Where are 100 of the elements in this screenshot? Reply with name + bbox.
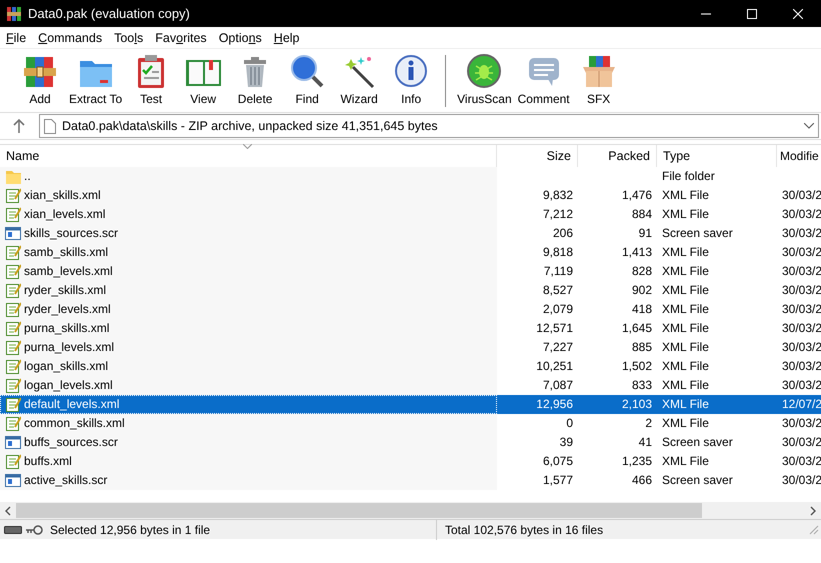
toolbar-button[interactable]: VirusScan [454, 53, 515, 106]
table-cell: Screen saver [662, 473, 733, 487]
bug-icon [466, 53, 502, 89]
table-cell: 30/03/2 [782, 378, 821, 392]
document-icon [44, 118, 56, 134]
table-cell: 30/03/2 [782, 359, 821, 373]
scroll-right-icon[interactable] [809, 506, 817, 516]
toolbar-button[interactable]: Comment [514, 53, 573, 106]
toolbar-button[interactable]: Test [125, 53, 178, 106]
file-name: .. [24, 168, 31, 185]
file-name: ryder_skills.xml [24, 282, 106, 299]
table-cell: File folder [662, 169, 715, 183]
table-cell: 833 [632, 378, 652, 392]
toolbar-button[interactable]: Info [385, 53, 438, 106]
menu-item[interactable]: Options [212, 28, 268, 48]
column-header[interactable]: Type [657, 145, 777, 167]
table-cell: 9,818 [542, 245, 573, 259]
drive-icon [4, 526, 22, 534]
table-cell: 12,571 [536, 321, 573, 335]
table-cell: 30/03/2 [782, 340, 821, 354]
table-cell: XML File [662, 283, 709, 297]
column-header[interactable]: Size [497, 145, 578, 167]
sort-icon [243, 144, 252, 149]
info-icon [393, 53, 430, 89]
table-cell: 30/03/2 [782, 226, 821, 240]
table-cell: 91 [638, 226, 652, 240]
xml-file-icon [5, 244, 21, 262]
toolbar-button[interactable]: Find [281, 53, 334, 106]
table-cell: 10,251 [536, 359, 573, 373]
xml-file-icon [5, 414, 21, 432]
table-cell: 7,087 [542, 378, 573, 392]
xml-file-icon [5, 358, 21, 376]
xml-file-icon [5, 376, 21, 394]
search-icon [289, 53, 326, 89]
dropdown-icon[interactable] [804, 123, 814, 129]
table-cell: 7,227 [542, 340, 573, 354]
table-cell: 8,527 [542, 283, 573, 297]
xml-file-icon [5, 338, 21, 356]
file-name: ryder_levels.xml [24, 301, 111, 318]
table-cell: 885 [632, 340, 652, 354]
table-cell: 2,103 [622, 397, 652, 411]
table-cell: 1,502 [622, 359, 652, 373]
scrollbar-thumb[interactable] [16, 503, 702, 518]
maximize-icon [747, 8, 757, 18]
table-cell: 418 [632, 302, 652, 316]
table-cell: XML File [662, 264, 709, 278]
table-cell: 1,476 [622, 188, 652, 202]
menu-item[interactable]: Favorites [149, 28, 213, 48]
table-cell: 30/03/2 [782, 245, 821, 259]
toolbar-button[interactable]: Extract To [66, 53, 126, 106]
file-name: logan_skills.xml [24, 358, 108, 375]
address-field[interactable]: Data0.pak\data\skills - ZIP archive, unpacked size 41,351,645 bytes [39, 114, 819, 138]
xml-file-icon [5, 320, 21, 338]
menu-item[interactable]: File [0, 28, 32, 48]
file-name: buffs_sources.scr [24, 434, 118, 451]
column-header[interactable]: Modifie [777, 145, 821, 167]
menu-item[interactable]: Help [268, 28, 306, 48]
xml-file-icon [5, 282, 21, 300]
file-name: active_skills.scr [24, 472, 108, 489]
toolbar-button[interactable]: View [177, 53, 230, 106]
table-cell: 30/03/2 [782, 264, 821, 278]
table-cell: XML File [662, 302, 709, 316]
file-name: xian_levels.xml [24, 206, 106, 223]
toolbar-button[interactable]: Delete [229, 53, 282, 106]
table-cell: 30/03/2 [782, 416, 821, 430]
table-cell: 2 [645, 416, 652, 430]
column-header[interactable]: Packed [578, 145, 657, 167]
xml-file-icon [5, 396, 21, 414]
xml-file-icon [5, 206, 21, 224]
toolbar-button[interactable]: Add [14, 53, 66, 106]
toolbar-button[interactable]: SFX [572, 53, 625, 106]
scroll-left-icon[interactable] [4, 506, 12, 516]
screen-saver-icon [5, 224, 21, 242]
table-cell: 12,956 [536, 397, 573, 411]
table-cell: 30/03/2 [782, 207, 821, 221]
table-cell: 30/03/2 [782, 302, 821, 316]
toolbar-button[interactable]: Wizard [333, 53, 386, 106]
table-cell: 30/03/2 [782, 321, 821, 335]
up-arrow-icon[interactable] [13, 119, 25, 133]
table-cell: 7,119 [544, 264, 573, 278]
table-cell: 2,079 [542, 302, 573, 316]
screen-saver-icon [5, 434, 21, 452]
file-row[interactable]: default_levels.xml 12,956 2,103 XML File 12/07/2 [0, 395, 821, 414]
menu-item[interactable]: Tools [108, 28, 150, 48]
file-name: common_skills.xml [24, 415, 125, 432]
table-cell: 41 [638, 435, 652, 449]
table-cell: XML File [662, 454, 709, 468]
file-name: logan_levels.xml [24, 377, 113, 394]
box-icon [580, 53, 617, 89]
table-cell: XML File [662, 207, 709, 221]
file-name: purna_skills.xml [24, 320, 110, 337]
table-cell: XML File [662, 397, 709, 411]
xml-file-icon [5, 262, 21, 280]
table-cell: 39 [560, 435, 573, 449]
file-name: samb_levels.xml [24, 263, 113, 280]
close-icon [793, 8, 803, 18]
menu-item[interactable]: Commands [32, 28, 108, 48]
xml-file-icon [5, 300, 21, 318]
key-icon [25, 524, 43, 534]
table-cell: 7,212 [542, 207, 573, 221]
